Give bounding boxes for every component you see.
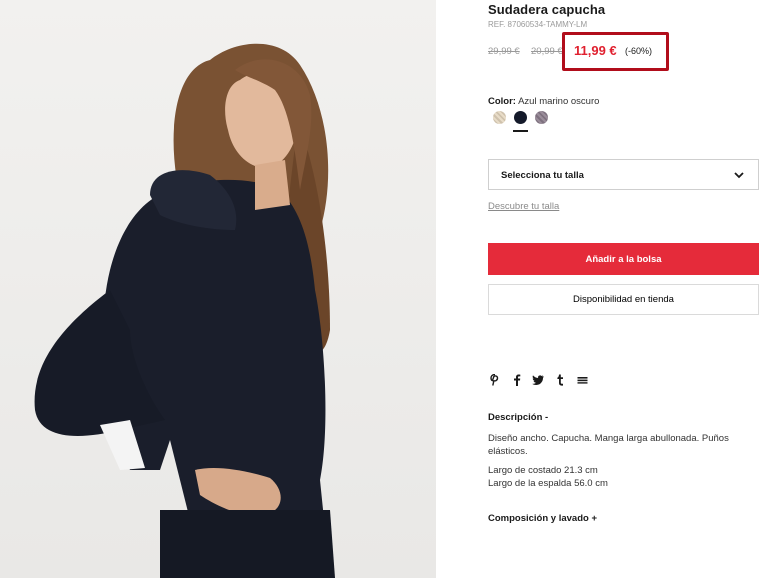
measurement-back-length: Largo de la espalda 56.0 cm xyxy=(488,478,608,489)
size-select-label: Selecciona tu talla xyxy=(501,170,584,181)
previous-sale-price: 20,99 € xyxy=(531,46,563,57)
email-icon[interactable] xyxy=(575,373,589,387)
size-select[interactable]: Selecciona tu talla xyxy=(488,159,759,190)
color-label-key: Color: xyxy=(488,96,516,107)
discount-badge: (-60%) xyxy=(625,46,653,56)
selected-swatch-indicator xyxy=(513,130,528,132)
store-availability-button[interactable]: Disponibilidad en tienda xyxy=(488,284,759,315)
model-illustration xyxy=(34,43,335,578)
current-price: 11,99 € xyxy=(574,43,617,58)
add-to-bag-button[interactable]: Añadir a la bolsa xyxy=(488,243,759,275)
product-ref: REF. 87060534-TAMMY-LM xyxy=(488,20,588,29)
product-photo xyxy=(0,0,436,578)
color-swatch-navy[interactable] xyxy=(514,111,527,124)
color-value: Azul marino oscuro xyxy=(518,96,600,107)
color-swatch-beige[interactable] xyxy=(493,111,506,124)
chevron-down-icon xyxy=(734,172,744,179)
facebook-icon[interactable] xyxy=(510,373,524,387)
description-heading[interactable]: Descripción - xyxy=(488,412,548,423)
color-label: Color: Azul marino oscuro xyxy=(488,96,599,107)
twitter-icon[interactable] xyxy=(531,373,545,387)
composition-heading[interactable]: Composición y lavado + xyxy=(488,513,597,524)
pinterest-icon[interactable] xyxy=(488,373,502,387)
size-guide-link[interactable]: Descubre tu talla xyxy=(488,201,559,212)
color-swatch-mauve[interactable] xyxy=(535,111,548,124)
tumblr-icon[interactable] xyxy=(553,373,567,387)
original-price: 29,99 € xyxy=(488,46,520,57)
description-text: Diseño ancho. Capucha. Manga larga abull… xyxy=(488,433,729,457)
measurement-side-length: Largo de costado 21.3 cm xyxy=(488,465,598,476)
product-title: Sudadera capucha xyxy=(488,2,606,17)
